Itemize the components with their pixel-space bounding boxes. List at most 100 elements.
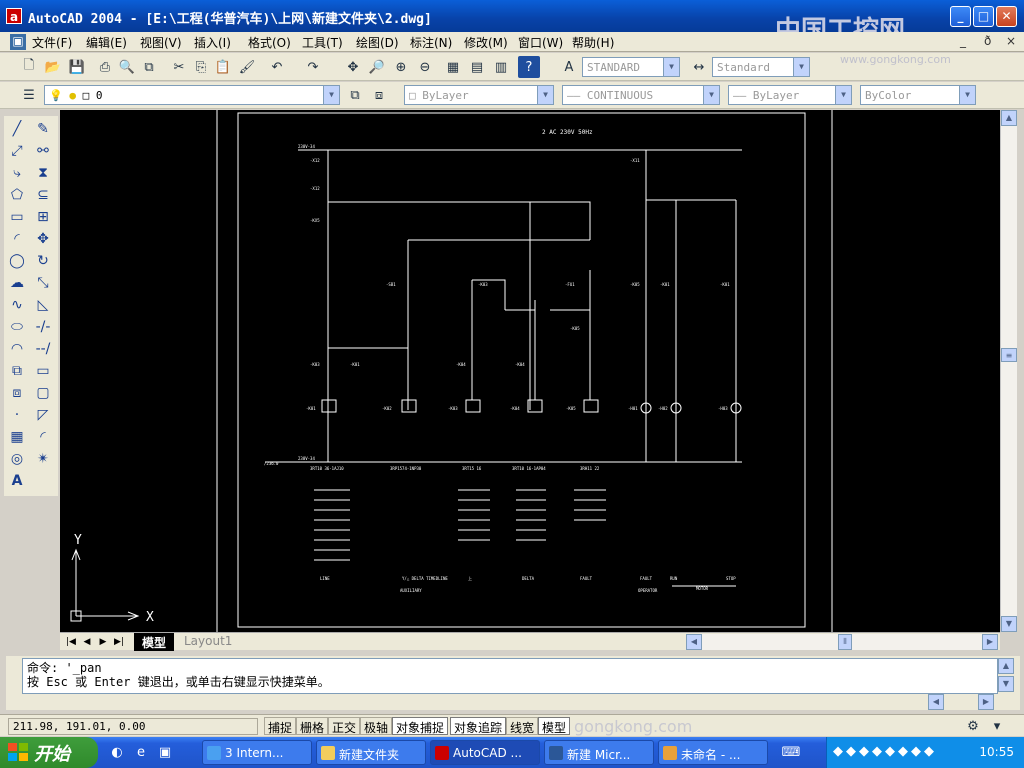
break-at-point-icon[interactable]: ▭	[32, 360, 54, 382]
menu-help[interactable]: 帮助(H)	[572, 34, 614, 51]
maximize-button[interactable]: □	[973, 6, 994, 27]
rotate-icon[interactable]: ↻	[32, 250, 54, 272]
cmd-scroll-up-icon[interactable]: ▲	[998, 658, 1014, 674]
erase-icon[interactable]: ✎	[32, 118, 54, 140]
print-icon[interactable]: ⎙	[94, 56, 116, 78]
tab-next-icon[interactable]: ▶	[96, 635, 110, 649]
scroll-up-icon[interactable]: ▲	[1001, 110, 1017, 126]
coordinate-readout[interactable]: 211.98, 191.01, 0.00	[8, 718, 258, 735]
task-word[interactable]: 新建 Micr...	[544, 740, 654, 765]
communication-center-icon[interactable]: ⚙	[962, 715, 984, 737]
task-autocad[interactable]: AutoCAD ...	[430, 740, 540, 765]
zoom-realtime-icon[interactable]: 🔎	[366, 56, 388, 78]
layer-previous-icon[interactable]: ⧈	[368, 84, 390, 106]
menu-tools[interactable]: 工具(T)	[302, 34, 343, 51]
text-style-dropdown[interactable]: STANDARD ▼	[582, 57, 680, 77]
menu-window[interactable]: 窗口(W)	[518, 34, 563, 51]
toggle-polar[interactable]: 极轴	[360, 717, 393, 735]
close-button[interactable]: ✕	[996, 6, 1017, 27]
status-menu-icon[interactable]: ▾	[986, 715, 1008, 737]
lineweight-dropdown[interactable]: —— ByLayer ▼	[728, 85, 852, 105]
make-object-layer-current-icon[interactable]: ⧉	[344, 84, 366, 106]
task-paint[interactable]: 未命名 - ...	[658, 740, 768, 765]
tab-layout1[interactable]: Layout1	[176, 633, 240, 651]
new-icon[interactable]: 🗋	[18, 56, 40, 78]
desktop-icon[interactable]: ▣	[154, 741, 176, 763]
multiline-text-icon[interactable]: A	[6, 470, 28, 492]
zoom-previous-icon[interactable]: ⊖	[414, 56, 436, 78]
menu-view[interactable]: 视图(V)	[140, 34, 182, 51]
cmd-scroll-down-icon[interactable]: ▼	[998, 676, 1014, 692]
copy-object-icon[interactable]: ⚯	[32, 140, 54, 162]
fillet-icon[interactable]: ◜	[32, 426, 54, 448]
help-icon[interactable]: ?	[518, 56, 540, 78]
array-icon[interactable]: ⊞	[32, 206, 54, 228]
match-properties-icon[interactable]: 🖌	[236, 56, 258, 78]
task-folder[interactable]: 新建文件夹	[316, 740, 426, 765]
menu-draw[interactable]: 绘图(D)	[356, 34, 399, 51]
redo-icon[interactable]: ↷	[302, 56, 324, 78]
break-icon[interactable]: ▢	[32, 382, 54, 404]
explode-icon[interactable]: ✴	[32, 448, 54, 470]
menu-edit[interactable]: 编辑(E)	[86, 34, 127, 51]
menu-dimension[interactable]: 标注(N)	[410, 34, 452, 51]
quicklaunch-icon[interactable]: ◐	[106, 741, 128, 763]
scroll-left-icon[interactable]: ◀	[686, 634, 702, 650]
toggle-grid[interactable]: 栅格	[296, 717, 329, 735]
color-dropdown[interactable]: □ ByLayer ▼	[404, 85, 554, 105]
keyboard-icon[interactable]: ⌨	[780, 741, 802, 763]
toggle-model[interactable]: 模型	[538, 717, 571, 735]
toggle-lineweight[interactable]: 线宽	[506, 717, 539, 735]
ie-icon[interactable]: e	[130, 741, 152, 763]
scale-icon[interactable]: ⤡	[32, 272, 54, 294]
pan-realtime-icon[interactable]: ✥	[342, 56, 364, 78]
polyline-icon[interactable]: ⤷	[6, 162, 28, 184]
layer-manager-icon[interactable]: ☰	[18, 84, 40, 106]
extend-icon[interactable]: --/	[32, 338, 54, 360]
chamfer-icon[interactable]: ◸	[32, 404, 54, 426]
scroll-thumb[interactable]: ≡	[1001, 348, 1017, 362]
doc-minimize-icon[interactable]: _	[960, 34, 966, 48]
circle-icon[interactable]: ◯	[6, 250, 28, 272]
h-scroll-thumb[interactable]: ⦀	[838, 634, 852, 650]
autocad-app-icon[interactable]: a	[6, 8, 22, 24]
cmd-scroll-right-icon[interactable]: ▶	[978, 694, 994, 710]
command-history[interactable]: 命令: '_pan 按 Esc 或 Enter 键退出，或单击右键显示快捷菜单。	[22, 658, 998, 694]
menu-file[interactable]: 文件(F)	[32, 34, 72, 51]
line-icon[interactable]: ╱	[6, 118, 28, 140]
drawing-canvas[interactable]: 2 AC 230V 50Hz 230V-34 230V-34 /236.0 -X…	[60, 110, 1000, 632]
tab-prev-icon[interactable]: ◀	[80, 635, 94, 649]
dim-style-dropdown[interactable]: Standard ▼	[712, 57, 810, 77]
plotstyle-dropdown[interactable]: ByColor ▼	[860, 85, 976, 105]
mirror-icon[interactable]: ⧗	[32, 162, 54, 184]
tab-first-icon[interactable]: |◀	[64, 635, 78, 649]
hatch-icon[interactable]: ▦	[6, 426, 28, 448]
toggle-otrack[interactable]: 对象追踪	[450, 717, 507, 735]
insert-block-icon[interactable]: ⧉	[6, 360, 28, 382]
menu-insert[interactable]: 插入(I)	[194, 34, 231, 51]
arc-icon[interactable]: ◜	[6, 228, 28, 250]
design-center-icon[interactable]: ▤	[466, 56, 488, 78]
start-button[interactable]: 开始	[0, 737, 98, 768]
ellipse-icon[interactable]: ⬭	[6, 316, 28, 338]
minimize-button[interactable]: _	[950, 6, 971, 27]
properties-icon[interactable]: ▦	[442, 56, 464, 78]
open-icon[interactable]: 📂	[42, 56, 64, 78]
text-style-icon[interactable]: A	[558, 56, 580, 78]
undo-icon[interactable]: ↶	[266, 56, 288, 78]
tab-last-icon[interactable]: ▶|	[112, 635, 126, 649]
region-icon[interactable]: ◎	[6, 448, 28, 470]
tab-model[interactable]: 模型	[134, 633, 175, 651]
spline-icon[interactable]: ∿	[6, 294, 28, 316]
rectangle-icon[interactable]: ▭	[6, 206, 28, 228]
preview-icon[interactable]: 🔍	[116, 56, 138, 78]
cut-icon[interactable]: ✂	[168, 56, 190, 78]
point-icon[interactable]: ·	[6, 404, 28, 426]
stretch-icon[interactable]: ◺	[32, 294, 54, 316]
polygon-icon[interactable]: ⬠	[6, 184, 28, 206]
cmd-scroll-left-icon[interactable]: ◀	[928, 694, 944, 710]
ellipse-arc-icon[interactable]: ◠	[6, 338, 28, 360]
offset-icon[interactable]: ⊆	[32, 184, 54, 206]
menu-modify[interactable]: 修改(M)	[464, 34, 508, 51]
scroll-right-icon[interactable]: ▶	[982, 634, 998, 650]
